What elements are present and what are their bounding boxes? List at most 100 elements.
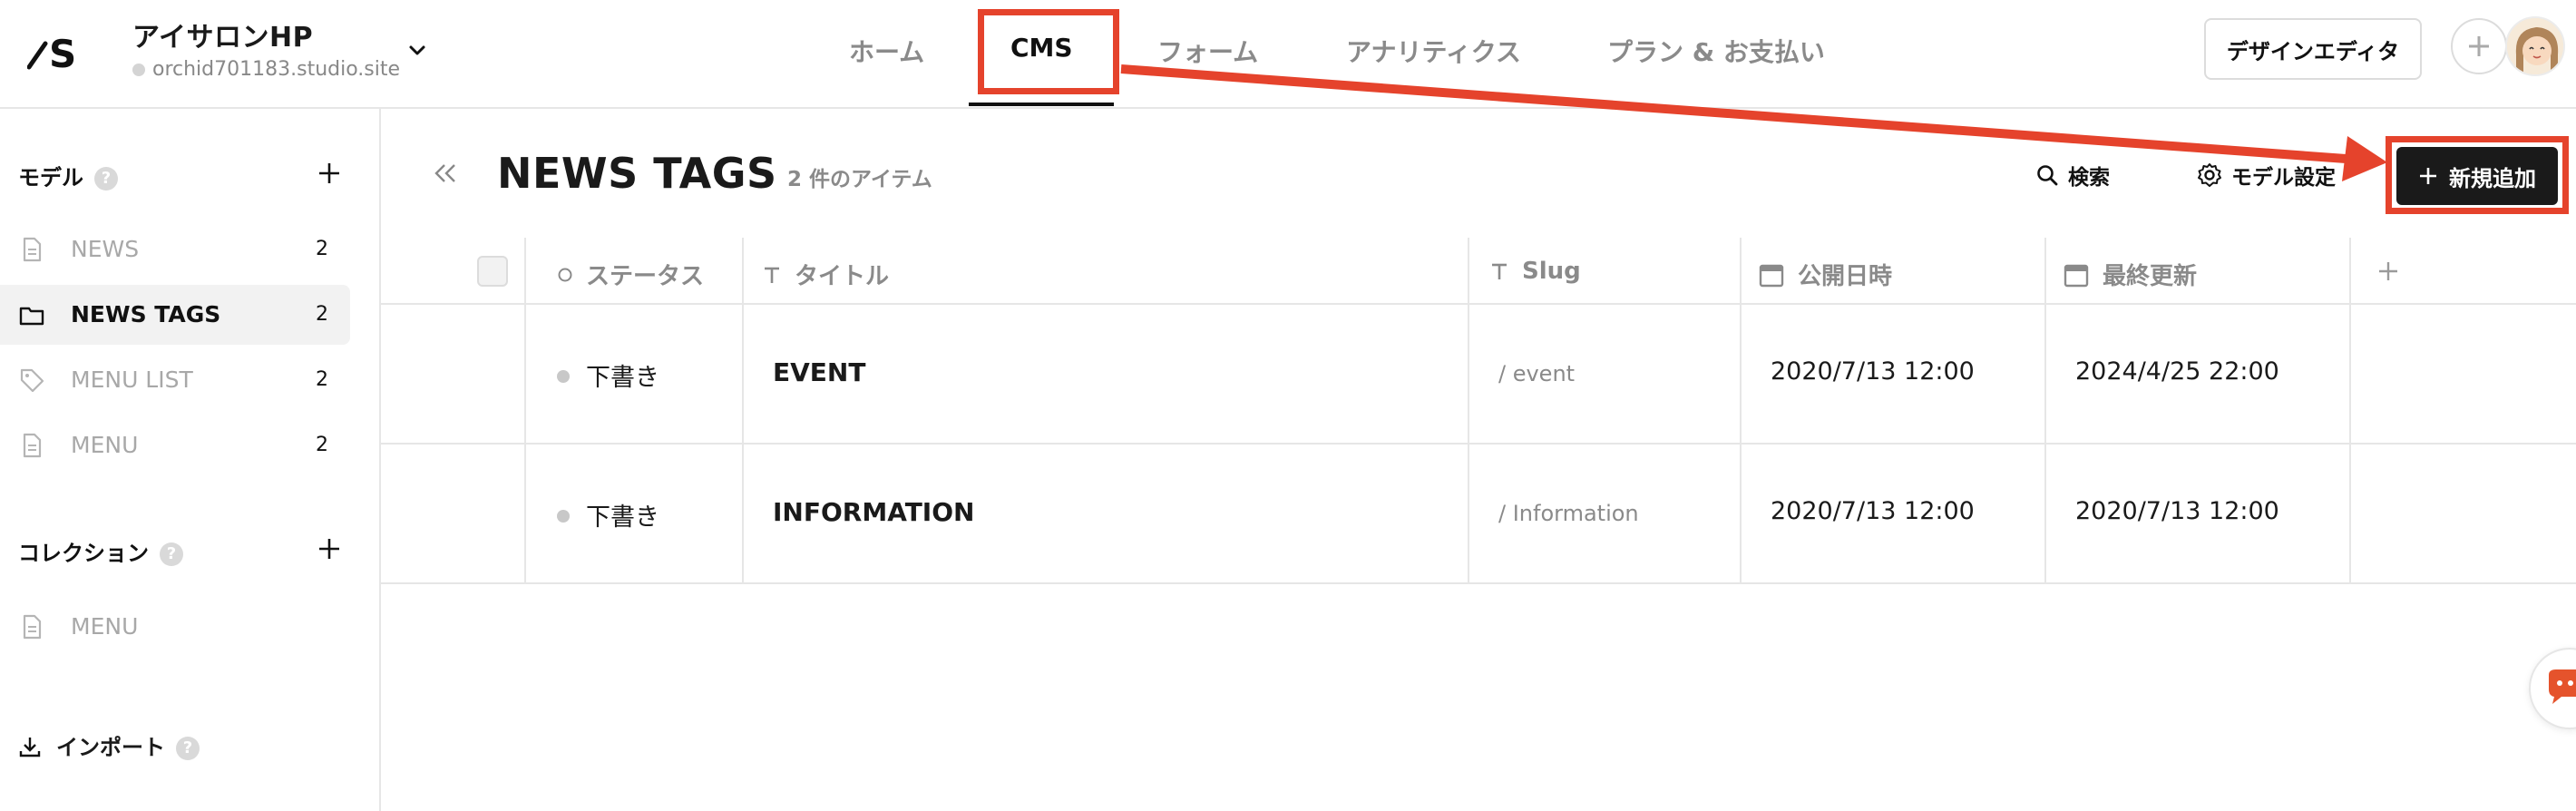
- column-divider: [1740, 238, 1742, 584]
- column-header-slug[interactable]: Slug: [1489, 258, 1581, 285]
- status-dot: [557, 370, 570, 383]
- sidebar-item-count: 2: [316, 238, 328, 260]
- column-divider: [1468, 238, 1469, 584]
- chat-icon: [2549, 669, 2576, 704]
- select-all-checkbox[interactable]: [477, 256, 508, 287]
- text-type-icon: [1492, 263, 1507, 279]
- site-status-dot: [132, 64, 145, 76]
- project-title[interactable]: アイサロンHP: [132, 15, 313, 54]
- column-header-label: 公開日時: [1798, 263, 1893, 290]
- active-tab-indicator: [969, 103, 1114, 106]
- sidebar-item-label: MENU: [71, 613, 139, 640]
- slug-cell: / event: [1498, 361, 1576, 386]
- folder-icon: [19, 307, 44, 326]
- model-settings-button[interactable]: モデル設定: [2197, 160, 2336, 191]
- help-icon[interactable]: ?: [176, 737, 200, 760]
- sidebar-item-count: 2: [316, 368, 328, 391]
- plus-icon: [2469, 36, 2489, 56]
- nav-home[interactable]: ホーム: [849, 33, 924, 69]
- arrowhead-icon: [2342, 136, 2387, 181]
- calendar-icon: [2064, 264, 2089, 287]
- gear-icon: [2198, 163, 2221, 187]
- sidebar-item-count: 2: [316, 434, 328, 456]
- column-header-label: ステータス: [586, 263, 705, 290]
- collections-heading: コレクション?: [18, 535, 183, 567]
- page-title: NEWS TAGS: [497, 149, 777, 198]
- column-header-updated[interactable]: 最終更新: [2063, 258, 2197, 291]
- sidebar-item-news-tags[interactable]: NEWS TAGS 2: [0, 285, 350, 345]
- chat-support-button[interactable]: [2529, 648, 2576, 729]
- status-label: 下書き: [586, 503, 659, 532]
- search-label: 検索: [2068, 166, 2110, 190]
- sidebar-item-label: MENU: [71, 432, 139, 458]
- document-icon: [23, 433, 42, 458]
- add-model-button[interactable]: [316, 160, 343, 187]
- add-column-icon[interactable]: [2376, 259, 2400, 283]
- column-header-status[interactable]: ステータス: [557, 258, 704, 291]
- download-icon: [19, 738, 41, 757]
- item-count: 2 件のアイテム: [787, 168, 932, 191]
- design-editor-button[interactable]: デザインエディタ: [2204, 18, 2422, 80]
- status-cell: 下書き: [557, 497, 659, 533]
- column-divider: [2044, 238, 2046, 584]
- column-divider: [742, 238, 744, 584]
- document-icon: [23, 614, 42, 640]
- published-cell: 2020/7/13 12:00: [1771, 497, 1975, 525]
- sidebar-item-label: MENU LIST: [71, 366, 193, 393]
- add-collection-button[interactable]: [316, 535, 343, 562]
- title-cell[interactable]: INFORMATION: [773, 497, 974, 527]
- project-domain[interactable]: orchid701183.studio.site: [132, 58, 400, 81]
- sidebar-item-label: NEWS TAGS: [71, 301, 221, 327]
- published-cell: 2020/7/13 12:00: [1771, 357, 1975, 386]
- table-row[interactable]: 下書き INFORMATION / Information 2020/7/13 …: [381, 445, 2576, 584]
- help-icon[interactable]: ?: [94, 167, 118, 191]
- project-domain-text: orchid701183.studio.site: [152, 58, 401, 81]
- status-cell: 下書き: [557, 357, 659, 393]
- avatar-illustration-icon: [2507, 18, 2563, 74]
- top-header: S アイサロンHP orchid701183.studio.site ホーム C…: [0, 0, 2576, 109]
- column-header-label: Slug: [1522, 258, 1581, 285]
- sidebar-item-collection-menu[interactable]: MENU: [0, 597, 350, 657]
- models-heading: モデル?: [18, 160, 118, 191]
- status-dot: [557, 510, 570, 523]
- column-header-title[interactable]: タイトル: [762, 258, 889, 291]
- import-label: インポート: [56, 735, 165, 760]
- invite-plus-button[interactable]: [2451, 18, 2507, 74]
- nav-forms[interactable]: フォーム: [1157, 33, 1258, 69]
- status-label: 下書き: [586, 364, 659, 392]
- search-button[interactable]: 検索: [2035, 160, 2110, 191]
- sidebar-item-news[interactable]: NEWS 2: [0, 220, 350, 279]
- tag-icon: [20, 368, 44, 393]
- sidebar: モデル? NEWS 2 NEWS TAGS 2 MENU LIST 2 MENU…: [0, 109, 381, 811]
- text-type-icon: [765, 267, 779, 283]
- search-icon: [2037, 165, 2058, 186]
- nav-analytics[interactable]: アナリティクス: [1346, 33, 1521, 69]
- collapse-sidebar-icon[interactable]: [432, 160, 459, 187]
- sidebar-item-menu-list[interactable]: MENU LIST 2: [0, 350, 350, 410]
- slug-cell: / Information: [1498, 501, 1639, 526]
- nav-plan-billing[interactable]: プラン & お支払い: [1607, 33, 1825, 69]
- updated-cell: 2024/4/25 22:00: [2075, 357, 2279, 386]
- svg-text:S: S: [49, 32, 76, 71]
- column-divider: [524, 238, 526, 584]
- column-divider: [2349, 238, 2351, 584]
- column-header-label: タイトル: [795, 263, 890, 290]
- studio-logo-icon[interactable]: S: [27, 31, 91, 71]
- models-heading-label: モデル: [18, 165, 83, 191]
- document-icon: [23, 237, 42, 262]
- sidebar-item-count: 2: [316, 303, 328, 326]
- user-avatar[interactable]: [2505, 16, 2565, 76]
- calendar-icon: [1759, 264, 1784, 287]
- column-header-published[interactable]: 公開日時: [1758, 258, 1892, 291]
- cms-highlight-box: [978, 9, 1119, 94]
- model-settings-label: モデル設定: [2231, 166, 2336, 190]
- updated-cell: 2020/7/13 12:00: [2075, 497, 2279, 525]
- sidebar-item-menu[interactable]: MENU 2: [0, 415, 350, 475]
- help-icon[interactable]: ?: [160, 542, 183, 566]
- title-cell[interactable]: EVENT: [773, 357, 865, 387]
- chevron-down-icon[interactable]: [406, 40, 428, 62]
- table-row[interactable]: 下書き EVENT / event 2020/7/13 12:00 2024/4…: [381, 305, 2576, 445]
- table-header-row: ステータス タイトル Slug 公開日時 最終更新: [381, 238, 2576, 305]
- status-circle-icon: [558, 268, 572, 281]
- import-button[interactable]: インポート?: [18, 729, 200, 761]
